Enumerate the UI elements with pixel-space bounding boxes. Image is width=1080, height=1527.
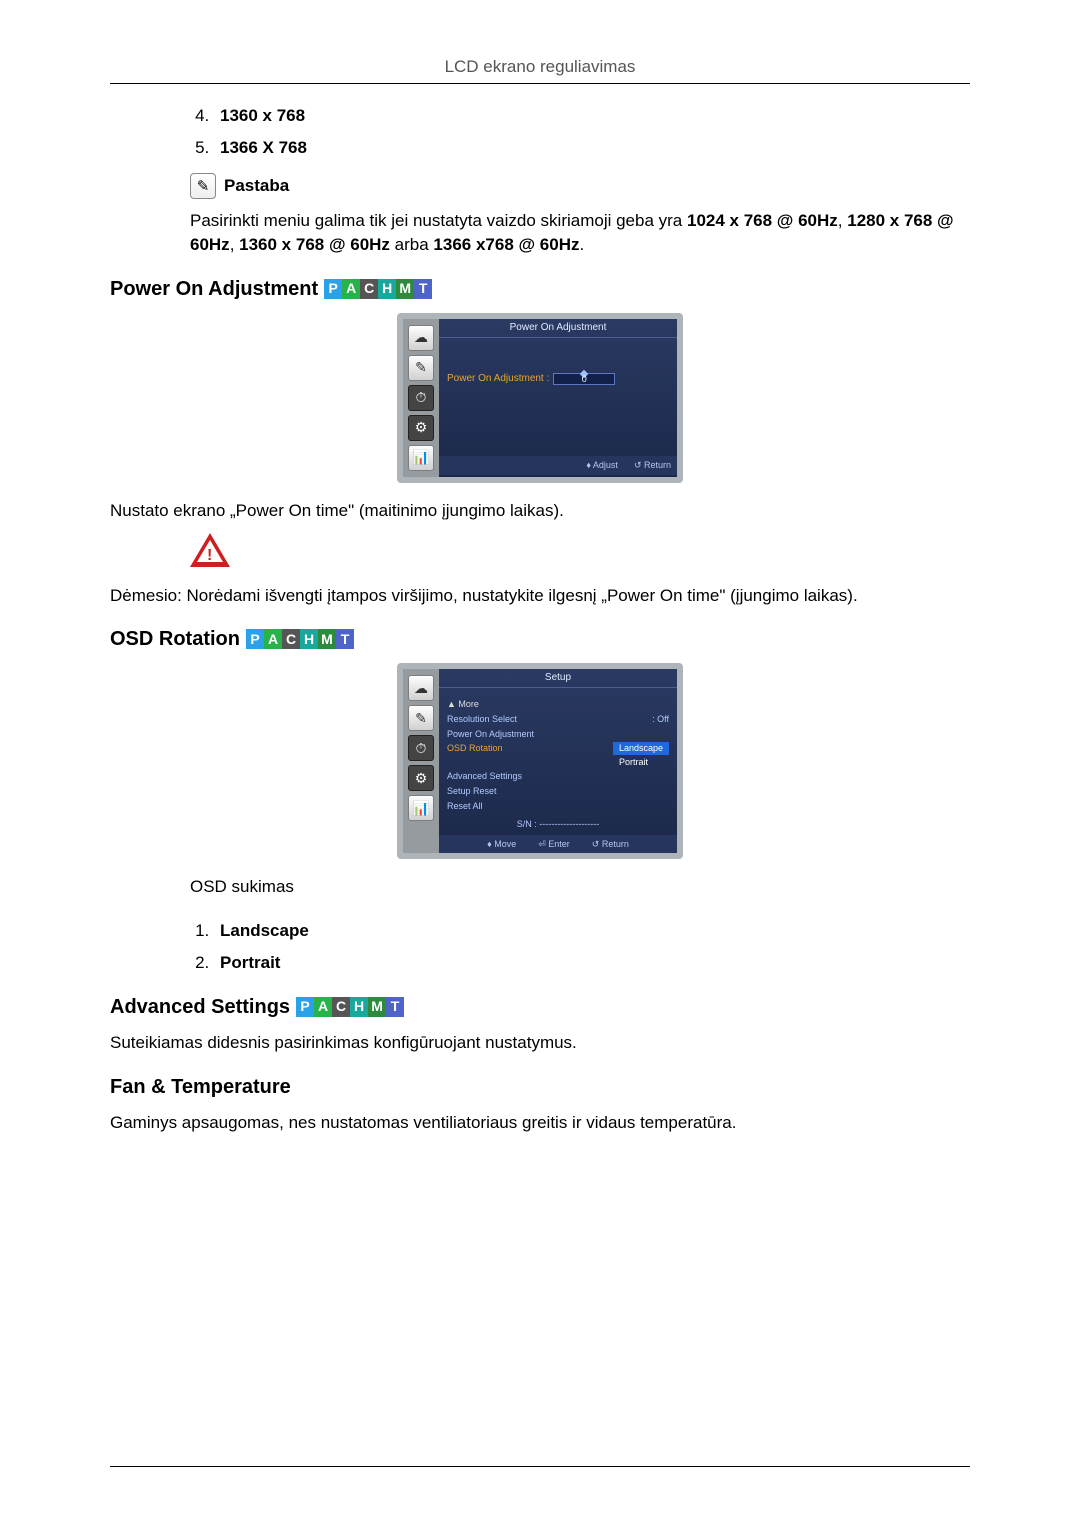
menu-rall: Reset All <box>447 800 483 813</box>
footer-adjust: ♦ Adjust <box>586 459 618 472</box>
mode-badges: P A C H M T <box>296 997 404 1017</box>
opt-landscape: Landscape <box>613 742 669 755</box>
badge-m: M <box>396 279 414 299</box>
badge-a: A <box>342 279 360 299</box>
menu-rot: OSD Rotation <box>447 742 503 768</box>
badge-a: A <box>264 629 282 649</box>
badge-m: M <box>318 629 336 649</box>
side-icon-3: ⏱ <box>408 385 434 411</box>
mode-badges: P A C H M T <box>246 629 354 649</box>
power-on-heading: Power On Adjustment <box>110 275 318 303</box>
badge-m: M <box>368 997 386 1017</box>
badge-p: P <box>246 629 264 649</box>
badge-h: H <box>350 997 368 1017</box>
badge-h: H <box>300 629 318 649</box>
badge-a: A <box>314 997 332 1017</box>
osd-rotation-desc: OSD sukimas <box>190 875 970 899</box>
badge-c: C <box>332 997 350 1017</box>
fan-heading: Fan & Temperature <box>110 1073 291 1101</box>
opt-portrait-text: Portrait <box>220 953 280 972</box>
slider-value: 0 <box>582 373 587 386</box>
power-on-warning: Dėmesio: Norėdami išvengti įtampos virši… <box>110 584 970 608</box>
footer-enter: ⏎ Enter <box>538 838 570 851</box>
rotation-options: Landscape Portrait <box>190 919 970 975</box>
osd-row-label: Power On Adjustment : <box>447 372 549 386</box>
osd-footer: ♦ Adjust ↺ Return <box>439 456 677 475</box>
side-icon-2: ✎ <box>408 705 434 731</box>
note-text: Pasirinkti meniu galima tik jei nustatyt… <box>190 209 970 257</box>
menu-res-val: : Off <box>652 713 669 726</box>
resolution-5: 1366 X 768 <box>220 138 307 157</box>
menu-poa: Power On Adjustment <box>447 728 534 741</box>
advanced-desc: Suteikiamas didesnis pasirinkimas konfig… <box>110 1031 970 1055</box>
badge-t: T <box>414 279 432 299</box>
power-on-desc: Nustato ekrano „Power On time" (maitinim… <box>110 499 970 523</box>
section-power-on: Power On Adjustment P A C H M T <box>110 275 970 303</box>
side-icon-2: ✎ <box>408 355 434 381</box>
side-icon-5: 📊 <box>408 445 434 471</box>
osd-rotation-heading: OSD Rotation <box>110 625 240 653</box>
footer-rule <box>110 1466 970 1467</box>
list-item: Landscape <box>214 919 970 943</box>
badge-c: C <box>282 629 300 649</box>
list-item: Portrait <box>214 951 970 975</box>
badge-t: T <box>386 997 404 1017</box>
osd-sidebar: ☁ ✎ ⏱ ⚙ 📊 <box>403 669 439 853</box>
osd-power-on: ☁ ✎ ⏱ ⚙ 📊 Power On Adjustment Power On A… <box>397 313 683 483</box>
section-osd-rotation: OSD Rotation P A C H M T <box>110 625 970 653</box>
badge-p: P <box>296 997 314 1017</box>
osd-title: Setup <box>439 669 677 688</box>
resolution-4: 1360 x 768 <box>220 106 305 125</box>
resolution-list: 1360 x 768 1366 X 768 <box>190 104 970 160</box>
side-icon-4: ⚙ <box>408 765 434 791</box>
list-item: 1366 X 768 <box>214 136 970 160</box>
side-icon-5: 📊 <box>408 795 434 821</box>
note-label: Pastaba <box>224 174 289 198</box>
menu-more: ▲ More <box>447 698 669 711</box>
note-icon: ✎ <box>190 173 216 199</box>
side-icon-3: ⏱ <box>408 735 434 761</box>
header-rule <box>110 83 970 84</box>
page-title: LCD ekrano reguliavimas <box>110 55 970 79</box>
menu-res: Resolution Select <box>447 713 517 726</box>
side-icon-1: ☁ <box>408 325 434 351</box>
footer-return: ↺ Return <box>592 838 629 851</box>
osd-footer: ♦ Move ⏎ Enter ↺ Return <box>439 835 677 854</box>
footer-move: ♦ Move <box>487 838 516 851</box>
mode-badges: P A C H M T <box>324 279 432 299</box>
side-icon-1: ☁ <box>408 675 434 701</box>
menu-adv: Advanced Settings <box>447 770 522 783</box>
footer-return: ↺ Return <box>634 459 671 472</box>
section-advanced: Advanced Settings P A C H M T <box>110 993 970 1021</box>
section-fan: Fan & Temperature <box>110 1073 970 1101</box>
menu-sreset: Setup Reset <box>447 785 497 798</box>
badge-t: T <box>336 629 354 649</box>
badge-c: C <box>360 279 378 299</box>
osd-title: Power On Adjustment <box>439 319 677 338</box>
opt-portrait: Portrait <box>613 756 654 769</box>
side-icon-4: ⚙ <box>408 415 434 441</box>
advanced-heading: Advanced Settings <box>110 993 290 1021</box>
fan-desc: Gaminys apsaugomas, nes nustatomas venti… <box>110 1111 970 1135</box>
sn-value: -------------------- <box>539 819 599 829</box>
sn-label: S/N : <box>517 819 537 829</box>
list-item: 1360 x 768 <box>214 104 970 128</box>
warning-icon: ! <box>190 533 970 574</box>
osd-slider: 0 <box>553 373 615 385</box>
opt-landscape-text: Landscape <box>220 921 309 940</box>
badge-h: H <box>378 279 396 299</box>
osd-sidebar: ☁ ✎ ⏱ ⚙ 📊 <box>403 319 439 477</box>
badge-p: P <box>324 279 342 299</box>
osd-setup: ☁ ✎ ⏱ ⚙ 📊 Setup ▲ More Resolution Select… <box>397 663 683 859</box>
